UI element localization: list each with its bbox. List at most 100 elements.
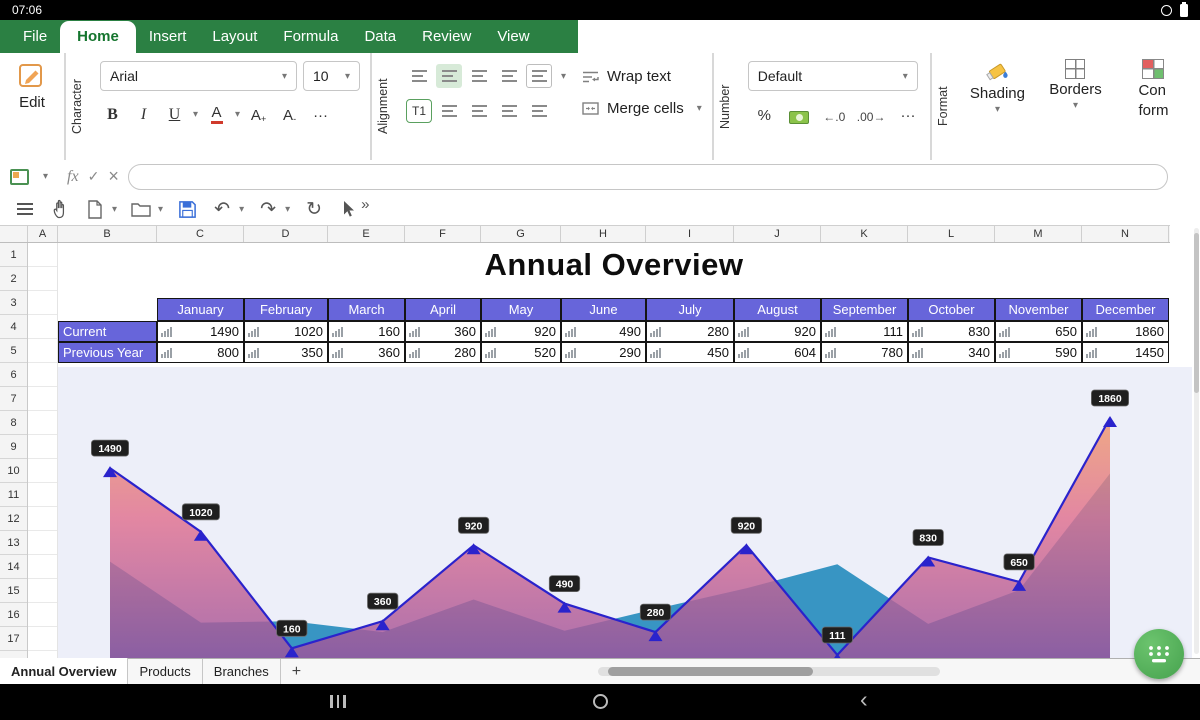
font-color-button[interactable]: A ▾ [204, 101, 240, 127]
month-header-cell[interactable]: March [328, 298, 405, 321]
month-header-cell[interactable]: January [157, 298, 244, 321]
new-document-icon[interactable] [84, 198, 106, 220]
row-header-9[interactable]: 9 [0, 435, 27, 459]
horizontal-scrollbar[interactable] [598, 667, 940, 676]
value-cell[interactable]: 160 [328, 321, 405, 342]
month-header-cell[interactable]: July [646, 298, 734, 321]
underline-button[interactable]: U ▾ [162, 101, 198, 127]
menu-tab-insert[interactable]: Insert [136, 22, 200, 53]
undo-icon[interactable]: ↶ [211, 198, 233, 220]
column-header-A[interactable]: A [28, 226, 58, 242]
value-cell[interactable]: 360 [405, 321, 481, 342]
sheet-tab-branches[interactable]: Branches [203, 659, 281, 684]
row-header-14[interactable]: 14 [0, 555, 27, 579]
month-header-cell[interactable]: October [908, 298, 995, 321]
bold-button[interactable]: B [100, 101, 125, 127]
sheet-tab-annual-overview[interactable]: Annual Overview [0, 658, 128, 684]
font-name-select[interactable]: Arial ▾ [100, 61, 297, 91]
value-cell[interactable]: 650 [995, 321, 1082, 342]
chevron-down-icon[interactable]: ▾ [112, 204, 117, 215]
italic-button[interactable]: I [131, 101, 156, 127]
back-button[interactable]: ‹ [860, 686, 868, 714]
text-orientation-button[interactable]: T1 [406, 99, 432, 123]
value-cell[interactable]: 280 [405, 342, 481, 363]
indent-button[interactable] [496, 64, 522, 88]
select-all-corner[interactable] [0, 226, 28, 242]
line-spacing-button[interactable] [526, 64, 552, 88]
home-button[interactable] [593, 694, 608, 709]
horizontal-scrollbar-thumb[interactable] [608, 667, 813, 676]
value-cell[interactable]: 350 [244, 342, 328, 363]
value-cell[interactable]: 800 [157, 342, 244, 363]
valign-center-button[interactable] [436, 64, 462, 88]
open-folder-icon[interactable] [130, 198, 152, 220]
row-header-5[interactable]: 5 [0, 339, 27, 363]
chevron-down-icon[interactable]: ▾ [239, 204, 244, 215]
column-header-G[interactable]: G [481, 226, 561, 242]
value-cell[interactable]: 780 [821, 342, 908, 363]
value-cell[interactable]: 1490 [157, 321, 244, 342]
menu-tab-layout[interactable]: Layout [199, 22, 270, 53]
menu-icon[interactable] [14, 198, 36, 220]
recents-button[interactable] [330, 695, 346, 708]
value-cell[interactable]: 920 [481, 321, 561, 342]
value-cell[interactable]: 604 [734, 342, 821, 363]
column-header-K[interactable]: K [821, 226, 908, 242]
superscript-button[interactable]: A+ [246, 101, 271, 127]
menu-tab-data[interactable]: Data [351, 22, 409, 53]
column-header-J[interactable]: J [734, 226, 821, 242]
value-cell[interactable]: 830 [908, 321, 995, 342]
conditional-formatting-button[interactable]: Con form [1122, 59, 1184, 160]
shading-button[interactable]: Shading ▾ [966, 59, 1028, 160]
column-header-H[interactable]: H [561, 226, 646, 242]
row-header-11[interactable]: 11 [0, 483, 27, 507]
row-header-17[interactable]: 17 [0, 627, 27, 651]
month-header-cell[interactable]: February [244, 298, 328, 321]
menu-tab-review[interactable]: Review [409, 22, 484, 53]
value-cell[interactable]: 490 [561, 321, 646, 342]
row-header-18[interactable]: 18 [0, 651, 27, 658]
wrap-text-button[interactable]: Wrap text [582, 68, 702, 85]
column-header-B[interactable]: B [58, 226, 157, 242]
confirm-entry-button[interactable]: ✓ [88, 168, 100, 185]
percent-button[interactable]: % [752, 101, 777, 127]
save-icon[interactable] [176, 198, 198, 220]
month-header-cell[interactable]: April [405, 298, 481, 321]
borders-button[interactable]: Borders ▾ [1044, 59, 1106, 160]
value-cell[interactable]: 1020 [244, 321, 328, 342]
vertical-scrollbar[interactable] [1194, 228, 1199, 654]
value-cell[interactable]: 360 [328, 342, 405, 363]
menu-tab-formula[interactable]: Formula [270, 22, 351, 53]
refresh-icon[interactable]: ↻ [303, 198, 325, 220]
row-header-3[interactable]: 3 [0, 291, 27, 315]
row-header-4[interactable]: 4 [0, 315, 27, 339]
value-cell[interactable]: 290 [561, 342, 646, 363]
value-cell[interactable]: 450 [646, 342, 734, 363]
month-header-cell[interactable]: December [1082, 298, 1169, 321]
align-justify-button[interactable] [526, 99, 552, 123]
value-cell[interactable]: 590 [995, 342, 1082, 363]
increase-decimal-button[interactable]: .00→ [857, 101, 886, 127]
value-cell[interactable]: 340 [908, 342, 995, 363]
month-header-cell[interactable]: May [481, 298, 561, 321]
character-overflow-button[interactable]: ··· [308, 101, 333, 127]
column-header-E[interactable]: E [328, 226, 405, 242]
row-header-7[interactable]: 7 [0, 387, 27, 411]
row-header-6[interactable]: 6 [0, 363, 27, 387]
column-header-D[interactable]: D [244, 226, 328, 242]
menu-tab-file[interactable]: File [10, 22, 60, 53]
column-header-M[interactable]: M [995, 226, 1082, 242]
menu-tab-home[interactable]: Home [60, 21, 136, 53]
row-label-cell[interactable]: Current [58, 321, 157, 342]
value-cell[interactable]: 520 [481, 342, 561, 363]
valign-top-button[interactable] [406, 64, 432, 88]
row-header-15[interactable]: 15 [0, 579, 27, 603]
decrease-decimal-button[interactable]: ←.0 [822, 101, 847, 127]
row-header-10[interactable]: 10 [0, 459, 27, 483]
number-overflow-button[interactable]: ··· [895, 101, 920, 127]
font-size-select[interactable]: 10 ▾ [303, 61, 360, 91]
value-cell[interactable]: 1860 [1082, 321, 1169, 342]
month-header-cell[interactable]: November [995, 298, 1082, 321]
value-cell[interactable]: 111 [821, 321, 908, 342]
chart[interactable]: 149010201603609204902809201118306501860 [58, 367, 1192, 658]
